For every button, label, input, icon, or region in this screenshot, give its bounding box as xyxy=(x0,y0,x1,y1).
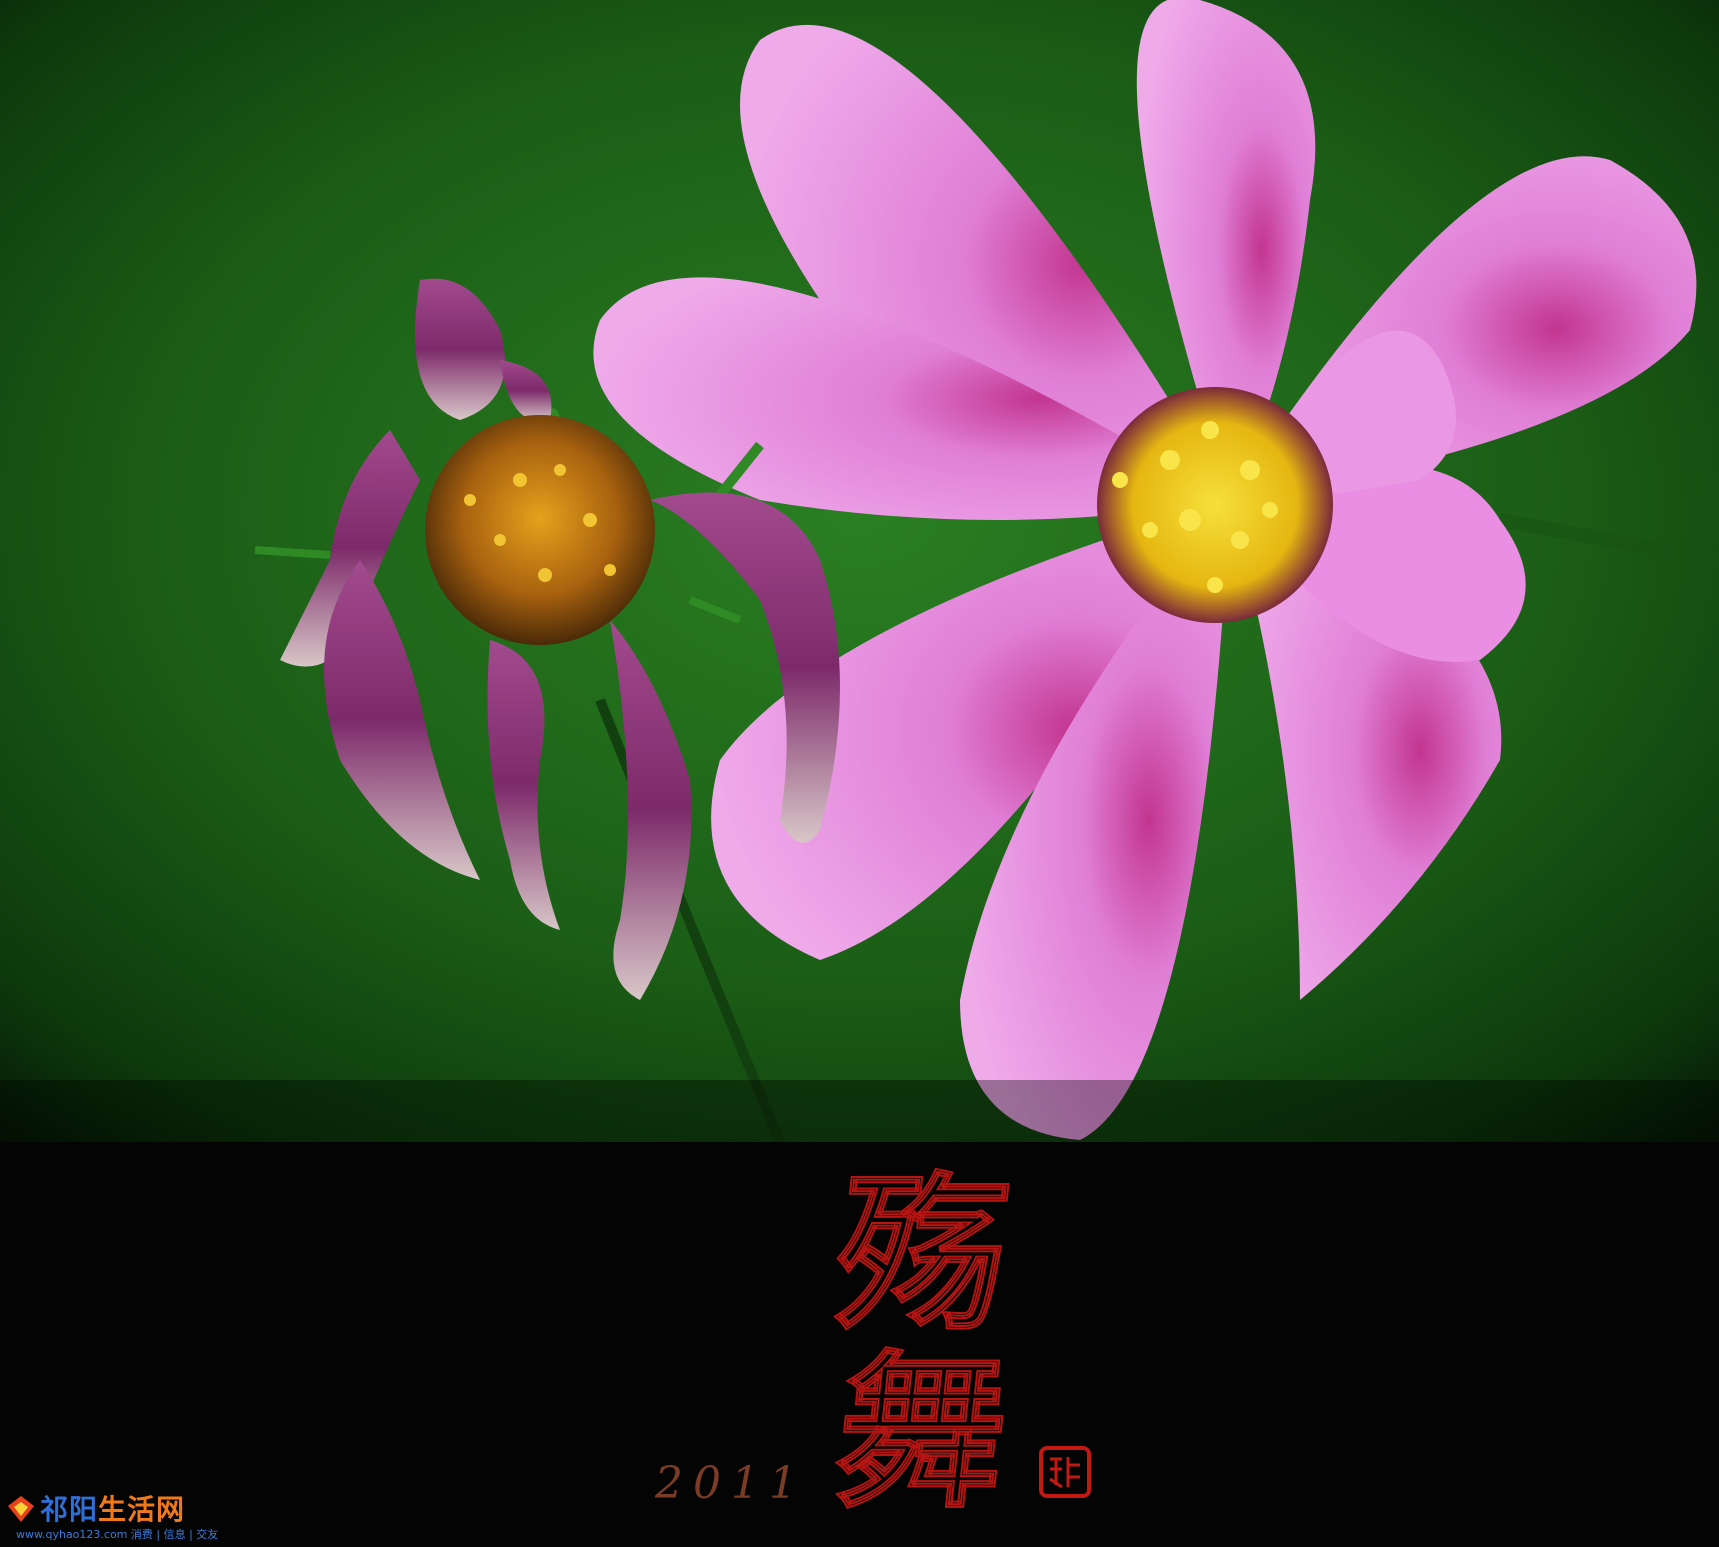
year-label: 2011 xyxy=(655,1458,807,1509)
poster-title: 殇 舞 xyxy=(827,1154,1018,1532)
poster-frame: 殇 舞 2011 祁阳生活网 www.qyhao123.com 消费 | 信息 … xyxy=(0,0,1719,1547)
title-char: 舞 xyxy=(827,1332,1018,1532)
seal-stamp xyxy=(1038,1445,1092,1499)
site-url: www.qyhao123.com 消费 | 信息 | 交友 xyxy=(16,1528,219,1541)
site-watermark[interactable]: 祁阳生活网 www.qyhao123.com 消费 | 信息 | 交友 xyxy=(6,1488,218,1544)
site-logo-icon xyxy=(8,1496,34,1522)
title-char: 殇 xyxy=(827,1154,1018,1354)
flower-photo xyxy=(0,0,1719,1142)
site-name: 祁阳生活网 xyxy=(40,1493,186,1526)
